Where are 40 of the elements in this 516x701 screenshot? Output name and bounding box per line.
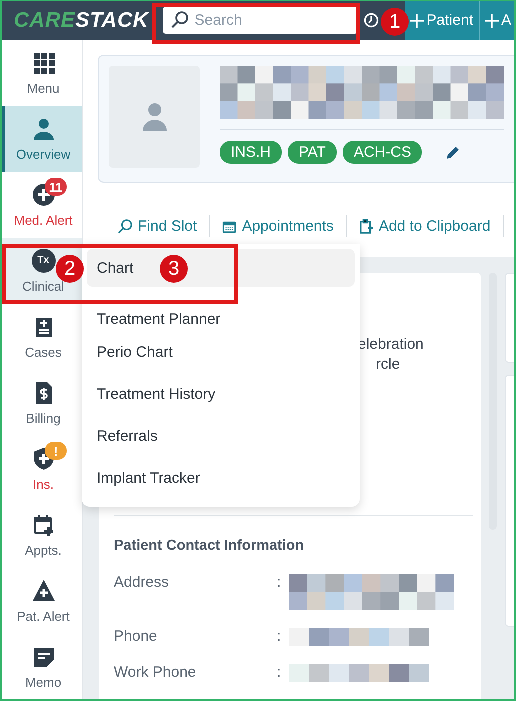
- section-title: Patient Contact Information: [114, 538, 306, 554]
- field-separator: :: [277, 664, 282, 681]
- field-separator: :: [277, 574, 282, 591]
- toolbar-button[interactable]: Appointments: [210, 215, 347, 237]
- person-icon: [142, 103, 168, 131]
- field-label: Address: [114, 574, 170, 591]
- warning-plus-icon: [32, 578, 56, 602]
- dropdown-option[interactable]: Treatment History: [87, 380, 355, 408]
- add-button[interactable]: Patient: [404, 1, 478, 40]
- patient-tag[interactable]: INS.H: [220, 141, 282, 164]
- clock-icon[interactable]: [364, 13, 379, 28]
- grid-icon: [32, 50, 56, 74]
- dropdown-option[interactable]: Implant Tracker: [87, 464, 355, 492]
- pencil-icon[interactable]: [446, 146, 460, 160]
- field-label: Phone: [114, 628, 158, 645]
- field-label: Work Phone: [114, 664, 198, 681]
- count-badge: !: [45, 442, 67, 460]
- toolbar-button[interactable]: Find Slot: [106, 215, 210, 237]
- toolbar-button[interactable]: Add to Clipboard: [346, 215, 504, 237]
- search-icon: [118, 218, 133, 234]
- count-badge: 11: [45, 178, 67, 196]
- plus-icon: [484, 14, 498, 28]
- clipboard-icon: [358, 218, 374, 234]
- patient-tag[interactable]: PAT: [288, 141, 337, 164]
- person-icon: [32, 116, 56, 140]
- add-button[interactable]: A: [478, 1, 514, 40]
- plus-icon: [410, 14, 424, 28]
- partial-text: rcle: [376, 356, 400, 373]
- dropdown-option[interactable]: Treatment Planner: [87, 305, 355, 333]
- search-field[interactable]: Search: [162, 7, 358, 34]
- dropdown-option[interactable]: Referrals: [87, 422, 355, 450]
- calendar-add-icon: [32, 512, 56, 536]
- field-separator: :: [277, 628, 282, 645]
- search-icon: [170, 11, 189, 29]
- patient-tag[interactable]: ACH-CS: [342, 141, 422, 164]
- tx-icon: Tx: [32, 248, 56, 272]
- sidebar-item[interactable]: Overview: [2, 106, 82, 172]
- partial-text: elebration: [358, 336, 424, 353]
- carestack-logo[interactable]: CARESTACK: [14, 8, 153, 34]
- dropdown-option[interactable]: Perio Chart: [87, 338, 355, 366]
